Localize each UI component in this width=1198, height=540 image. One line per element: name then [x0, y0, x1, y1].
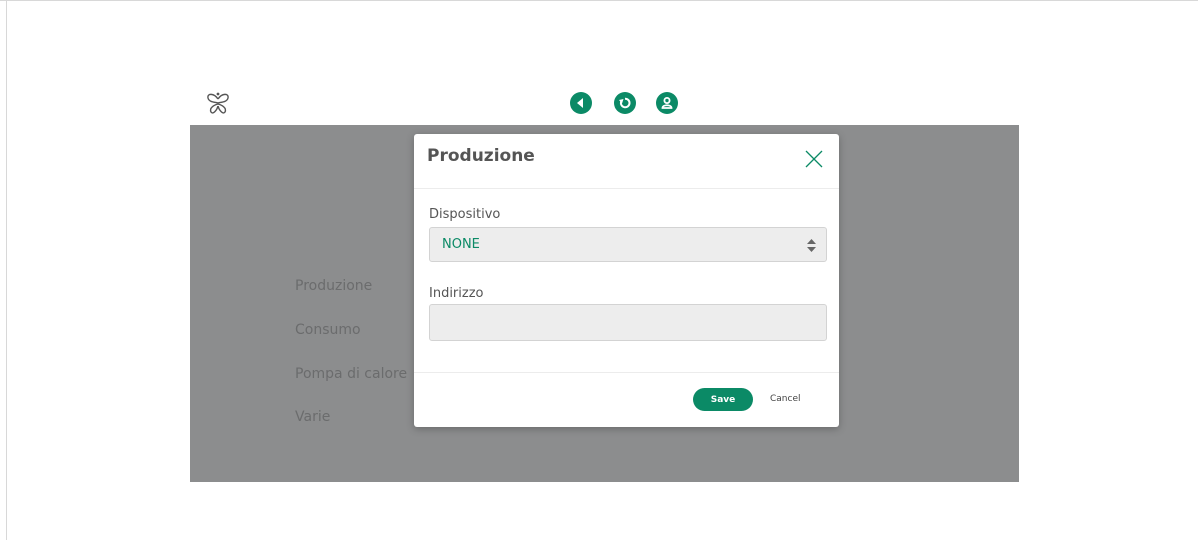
close-button[interactable]: [803, 148, 825, 170]
device-label: Dispositivo: [429, 207, 501, 222]
refresh-button[interactable]: [614, 92, 636, 114]
back-arrow-icon: [577, 98, 583, 108]
sort-arrows-icon: [807, 239, 816, 252]
device-select[interactable]: NONE: [429, 227, 827, 262]
menu-item-consumo[interactable]: Consumo: [295, 322, 361, 338]
menu-item-produzione[interactable]: Produzione: [295, 278, 372, 294]
cancel-button[interactable]: Cancel: [770, 394, 801, 404]
user-icon: [661, 97, 673, 109]
save-button[interactable]: Save: [693, 388, 753, 411]
header-divider: [414, 188, 839, 189]
address-input[interactable]: [429, 304, 827, 341]
butterfly-logo-icon: [205, 90, 231, 116]
menu-item-pompa-di-calore[interactable]: Pompa di calore: [295, 366, 407, 382]
back-button[interactable]: [570, 92, 592, 114]
device-select-value: NONE: [442, 237, 480, 252]
window-left-border: [6, 0, 7, 540]
user-button[interactable]: [656, 92, 678, 114]
close-icon: [805, 150, 823, 168]
produzione-dialog: Produzione Dispositivo NONE Indirizzo Sa…: [414, 134, 839, 427]
refresh-icon: [619, 97, 631, 109]
dialog-title: Produzione: [427, 146, 535, 166]
menu-item-varie[interactable]: Varie: [295, 409, 330, 425]
window-top-border: [0, 0, 1198, 1]
address-label: Indirizzo: [429, 286, 484, 301]
footer-divider: [414, 372, 839, 373]
